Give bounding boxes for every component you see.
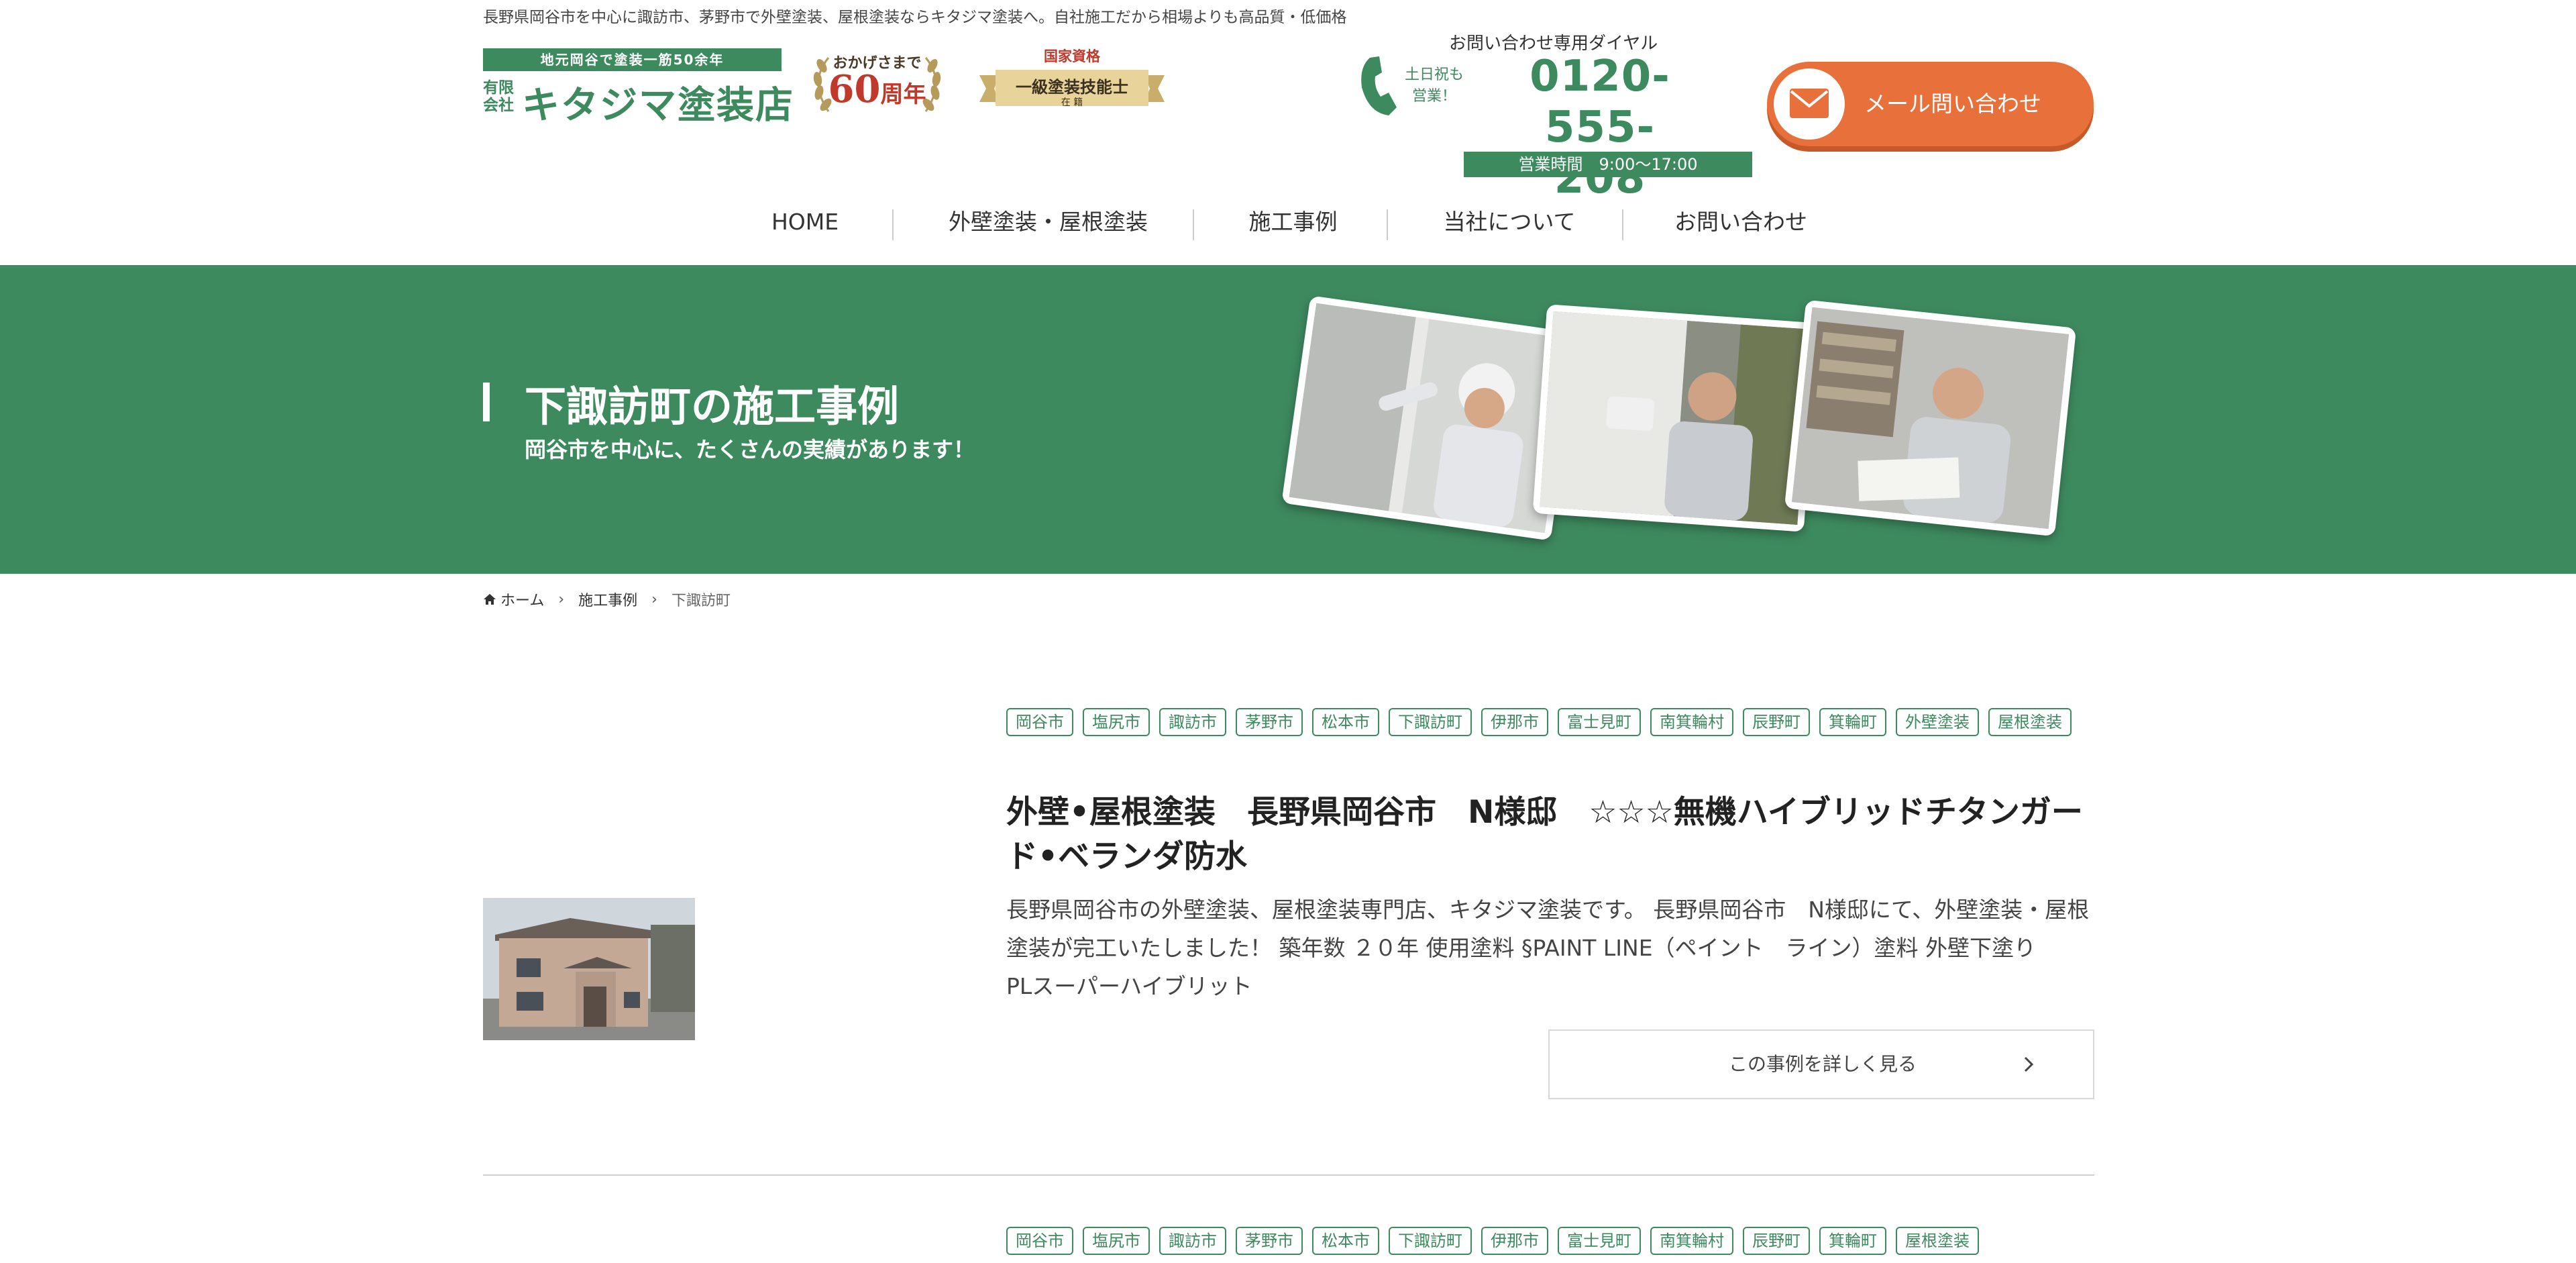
nav-home[interactable]: HOME [728,201,882,243]
weekend-line1: 土日祝も [1404,66,1464,83]
case-tag[interactable]: 岡谷市 [1006,708,1073,736]
nav-separator [892,209,894,240]
chevron-right-icon: › [651,591,657,608]
hero-accent-bar [483,383,490,421]
case-tag[interactable]: 松本市 [1312,708,1379,736]
mail-button-label: メール問い合わせ [1864,91,2041,117]
hero-photo-worker [1532,304,1819,532]
chevron-right-icon [2024,1056,2034,1072]
business-hours: 営業時間 9:00〜17:00 [1464,152,1752,177]
case-tag[interactable]: 岡谷市 [1006,1227,1073,1255]
case-tag[interactable]: 下諏訪町 [1389,708,1472,736]
weekend-line2: 営業！ [1411,88,1456,105]
envelope-icon [1790,89,1829,118]
breadcrumb-home-label: ホーム [500,593,545,609]
page-hero: 下諏訪町の施工事例 岡谷市を中心に、たくさんの実績があります！ [0,265,2576,574]
case-tag[interactable]: 松本市 [1312,1227,1379,1255]
case-tag[interactable]: 箕輪町 [1819,708,1886,736]
case-tag[interactable]: 屋根塗装 [1988,708,2072,736]
breadcrumb: ホーム › 施工事例 › 下諏訪町 [483,589,731,611]
breadcrumb-cases[interactable]: 施工事例 [578,589,637,610]
case-excerpt: 長野県岡谷市の外壁塗装、屋根塗装専門店、キタジマ塗装です。 長野県岡谷市 N様邸… [1006,897,2090,999]
case-detail-label: この事例を詳しく見る [1728,1053,1917,1075]
case-tag[interactable]: 諏訪市 [1159,708,1226,736]
logo-kind-line2: 会社 [483,97,514,114]
case-tag[interactable]: 南箕輪村 [1650,708,1733,736]
site-logo[interactable]: 地元岡谷で塗装一筋50余年 有限 会社 キタジマ塗装店 [483,48,793,128]
case-title[interactable]: 外壁•屋根塗装 長野県岡谷市 N様邸 ☆☆☆無機ハイブリッドチタンガード•ベラン… [1006,791,2096,879]
case-tag[interactable]: 塩尻市 [1083,1227,1150,1255]
case-tags: 岡谷市 塩尻市 諏訪市 茅野市 松本市 下諏訪町 伊那市 富士見町 南箕輪村 辰野町 箕輪町 屋根塗装 [1006,1227,2106,1263]
license-badge: 国家資格 一級塗装技能士 在 籍 [971,44,1173,119]
case-tags: 岡谷市 塩尻市 諏訪市 茅野市 松本市 下諏訪町 伊那市 富士見町 南箕輪村 辰野町 箕輪町 外壁塗装… [1006,708,2106,751]
main-nav: HOME 外壁塗装・屋根塗装 施工事例 当社について お問い合わせ [728,201,1848,243]
license-top-text: 国家資格 [1044,48,1100,64]
logo-subtitle: 地元岡谷で塗装一筋50余年 [483,48,782,71]
case-tag[interactable]: 茅野市 [1236,708,1303,736]
case-tag[interactable]: 塩尻市 [1083,708,1150,736]
phone-number[interactable]: 0120-555- 208 [1476,51,1724,204]
case-divider [483,1174,2094,1176]
nav-separator [1193,209,1194,240]
logo-company-name: キタジマ塗装店 [522,84,794,128]
anniversary-number: 60周年 [802,67,953,111]
case-tag[interactable]: 諏訪市 [1159,1227,1226,1255]
license-main-text: 一級塗装技能士 [1016,77,1128,97]
hero-photo-office [1784,299,2077,537]
case-tag[interactable]: 伊那市 [1481,1227,1548,1255]
breadcrumb-current: 下諏訪町 [671,593,731,609]
logo-kind-line1: 有限 [483,79,514,97]
case-tag[interactable]: 外壁塗装 [1896,708,1979,736]
license-sub-text: 在 籍 [1061,97,1083,108]
house-photo [483,898,695,1040]
site-header: 長野県岡谷市を中心に諏訪市、茅野市で外壁塗装、屋根塗装ならキタジマ塗装へ。自社施… [0,0,2576,265]
nav-separator [1622,209,1623,240]
phone-number-line1: 0120-555- [1529,52,1670,152]
case-detail-button[interactable]: この事例を詳しく見る [1548,1029,2094,1099]
logo-company-kind: 有限 会社 [483,79,523,114]
nav-separator [1387,209,1388,240]
mail-icon-circle [1774,68,1845,140]
phone-contact: お問い合わせ専用ダイヤル 土日祝も 営業！ 0120-555- 208 営業時間… [1355,26,1758,203]
case-tag[interactable]: 屋根塗装 [1896,1227,1979,1255]
phone-icon [1361,56,1397,115]
case-thumbnail[interactable] [483,898,695,1040]
nav-cases[interactable]: 施工事例 [1201,201,1385,243]
case-tag[interactable]: 南箕輪村 [1650,1227,1733,1255]
home-icon [484,594,496,605]
nav-about[interactable]: 当社について [1399,201,1620,243]
nav-contact[interactable]: お問い合わせ [1630,201,1851,243]
case-tag[interactable]: 下諏訪町 [1389,1227,1472,1255]
chevron-right-icon: › [558,591,565,608]
case-tag[interactable]: 箕輪町 [1819,1227,1886,1255]
anniversary-badge: おかげさまで 60周年 [802,44,953,119]
page-title: 下諏訪町の施工事例 [525,382,900,431]
header-tagline: 長野県岡谷市を中心に諏訪市、茅野市で外壁塗装、屋根塗装ならキタジマ塗装へ。自社施… [483,9,1347,26]
case-tag[interactable]: 辰野町 [1743,1227,1810,1255]
mail-inquiry-button[interactable]: メール問い合わせ [1767,62,2094,146]
page-subtitle: 岡谷市を中心に、たくさんの実績があります！ [525,437,975,462]
nav-painting[interactable]: 外壁塗装・屋根塗装 [906,201,1191,243]
case-tag[interactable]: 伊那市 [1481,708,1548,736]
breadcrumb-home[interactable]: ホーム [483,589,544,610]
case-tag[interactable]: 富士見町 [1558,708,1641,736]
weekend-open-label: 土日祝も 営業！ [1401,64,1468,107]
case-tag[interactable]: 茅野市 [1236,1227,1303,1255]
case-tag[interactable]: 辰野町 [1743,708,1810,736]
anniversary-unit: 周年 [880,81,926,108]
case-tag[interactable]: 富士見町 [1558,1227,1641,1255]
anniversary-years: 60 [828,67,881,111]
